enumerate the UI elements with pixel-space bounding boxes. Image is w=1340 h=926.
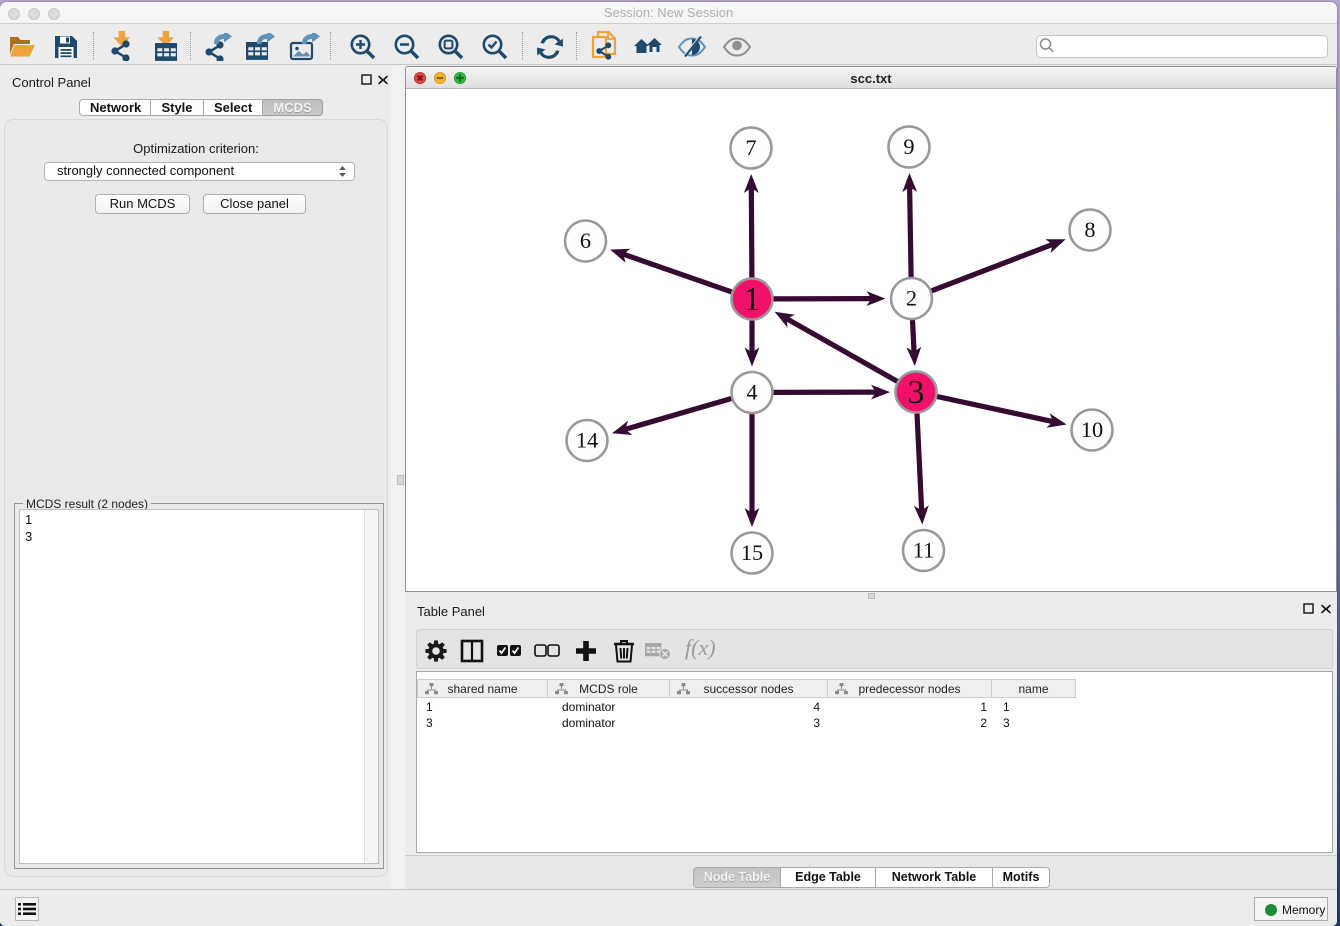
svg-text:14: 14 (576, 427, 598, 452)
svg-text:8: 8 (1084, 217, 1095, 242)
svg-text:10: 10 (1081, 417, 1103, 442)
svg-text:11: 11 (913, 537, 934, 562)
svg-text:4: 4 (746, 379, 757, 404)
svg-text:2: 2 (906, 285, 917, 310)
svg-text:9: 9 (903, 134, 914, 159)
svg-text:7: 7 (745, 135, 756, 160)
svg-text:3: 3 (908, 374, 925, 411)
svg-text:1: 1 (744, 281, 761, 318)
svg-text:6: 6 (580, 228, 591, 253)
svg-text:15: 15 (741, 540, 763, 565)
